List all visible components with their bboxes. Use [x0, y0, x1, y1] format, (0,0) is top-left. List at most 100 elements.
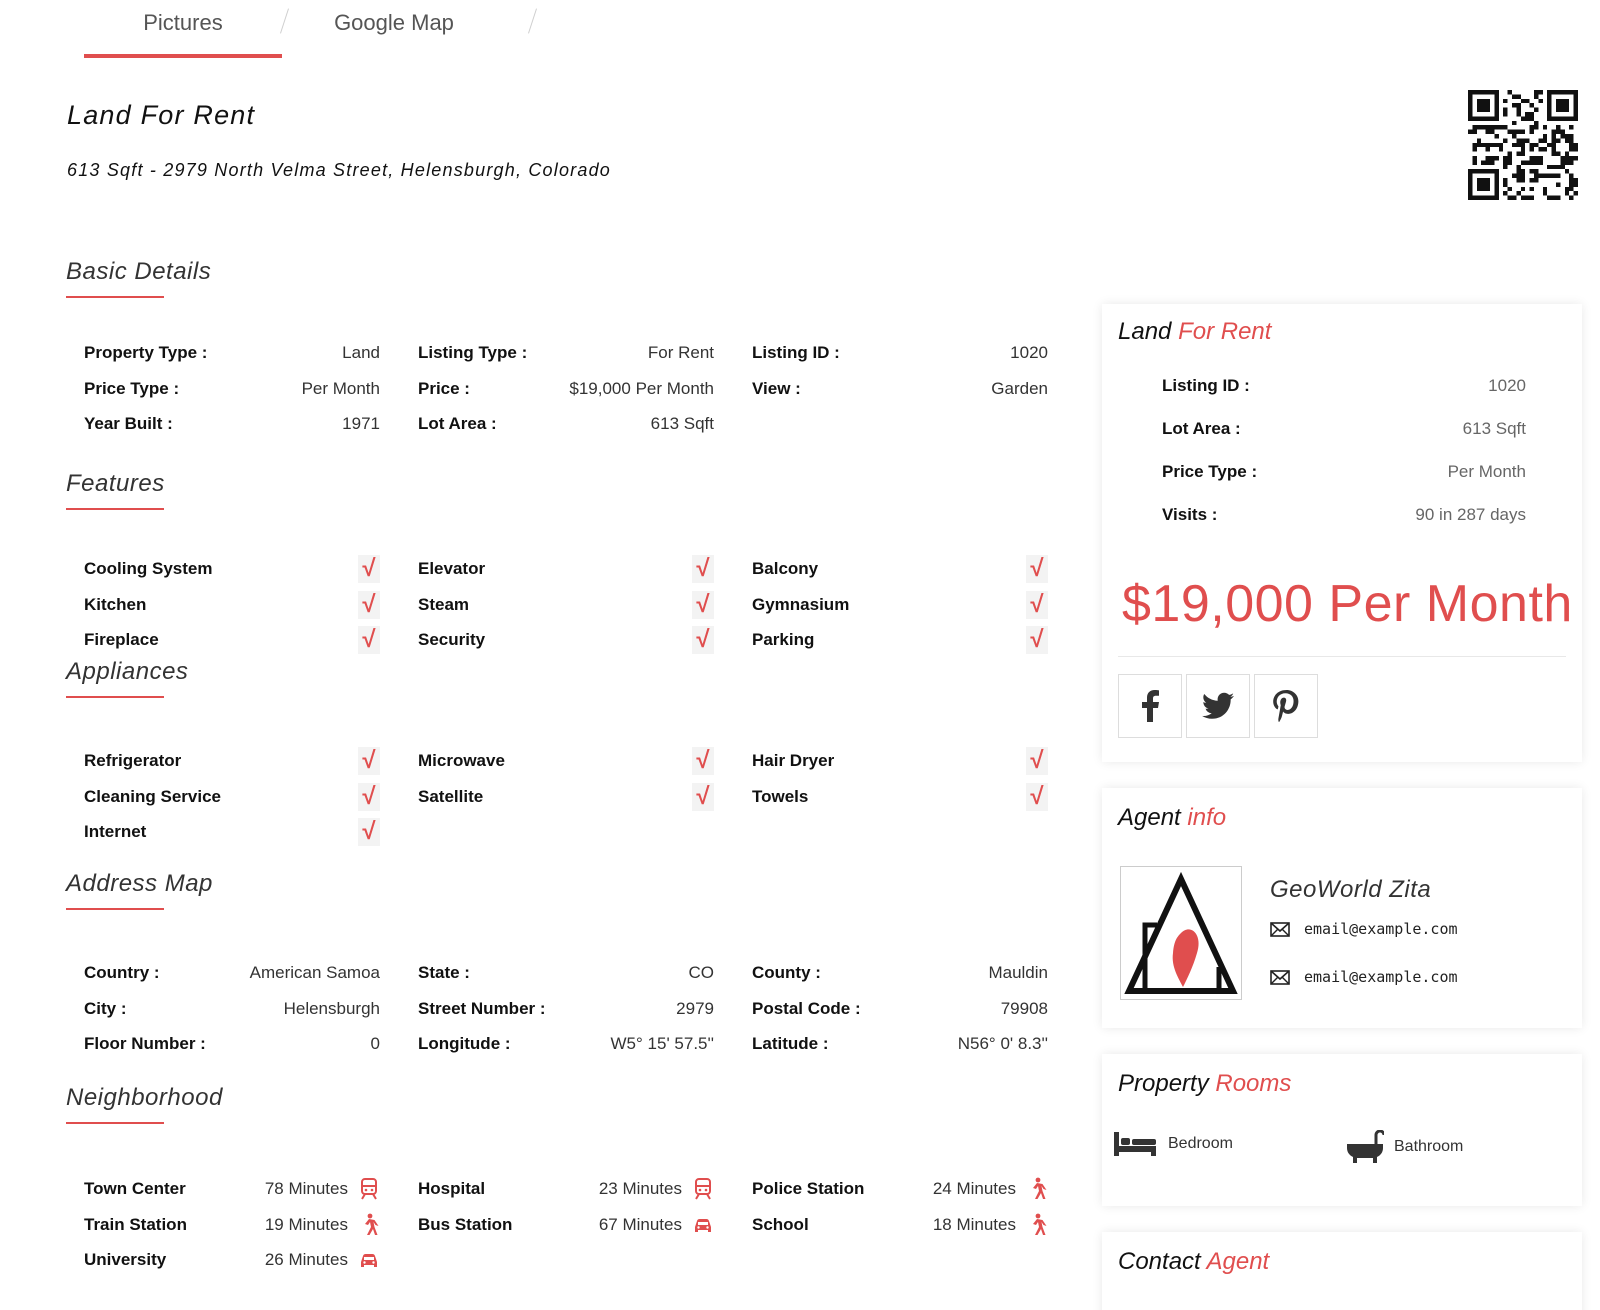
feature-item: Security √: [418, 626, 714, 654]
detail-value: Garden: [991, 378, 1048, 398]
detail-value: W5° 15' 57.5'': [610, 1034, 714, 1053]
amenity-label: Internet: [84, 822, 147, 841]
train-icon: [361, 1178, 377, 1200]
bed-icon: [1114, 1132, 1156, 1156]
pinterest-share-button[interactable]: [1254, 674, 1318, 738]
twitter-share-button[interactable]: [1186, 674, 1250, 738]
detail-row: View : Garden: [752, 376, 1048, 402]
detail-value: Helensburgh: [283, 998, 380, 1018]
address-row: Floor Number : 0: [84, 1031, 380, 1057]
agent-email-row[interactable]: email@example.com: [1270, 920, 1458, 938]
travel-time: 26 Minutes: [265, 1248, 380, 1272]
section-title-appliances: Appliances: [66, 658, 189, 685]
section-underline: [66, 696, 164, 698]
summary-row: Price Type : Per Month: [1162, 462, 1526, 482]
neighborhood-item: Hospital 23 Minutes: [418, 1176, 714, 1202]
agent-title-accent: info: [1187, 804, 1227, 831]
section-title-basic-details: Basic Details: [66, 258, 212, 285]
summary-value: 1020: [1488, 376, 1526, 395]
detail-value: American Samoa: [249, 963, 380, 982]
section-title-features: Features: [66, 470, 165, 497]
neighborhood-item: Police Station 24 Minutes: [752, 1176, 1048, 1202]
amenity-label: Microwave: [418, 751, 505, 770]
twitter-icon: [1202, 692, 1234, 719]
train-icon: [695, 1178, 711, 1200]
address-row: Country : American Samoa: [84, 960, 380, 986]
walk-icon: [365, 1213, 379, 1235]
facebook-icon: [1142, 690, 1159, 722]
summary-value: 613 Sqft: [1462, 419, 1526, 438]
place-label: Bus Station: [418, 1214, 513, 1234]
rooms-title-accent: Rooms: [1215, 1070, 1292, 1097]
summary-row: Lot Area : 613 Sqft: [1162, 419, 1526, 439]
room-bedroom: Bedroom: [1112, 1130, 1233, 1158]
detail-value: 79908: [1000, 998, 1048, 1018]
agent-email-row[interactable]: email@example.com: [1270, 968, 1458, 986]
place-label: Police Station: [752, 1179, 865, 1198]
agent-info-card: Agent info GeoWorld Zita email@example.c…: [1102, 788, 1582, 1028]
appliance-item: Hair Dryer √: [752, 747, 1048, 775]
place-label: University: [84, 1250, 167, 1269]
tab-pictures[interactable]: Pictures: [84, 0, 282, 58]
section-underline: [66, 296, 164, 298]
amenity-label: Steam: [418, 594, 470, 614]
section-underline: [66, 508, 164, 510]
appliance-item: Satellite √: [418, 782, 714, 811]
travel-time-value: 26 Minutes: [264, 1250, 348, 1269]
checkmark-icon: √: [692, 555, 714, 583]
checkmark-icon: √: [1026, 555, 1048, 583]
summary-label: Listing ID :: [1162, 376, 1250, 395]
detail-label: Lot Area :: [418, 414, 497, 433]
detail-value: 613 Sqft: [650, 414, 714, 433]
checkmark-icon: √: [358, 590, 380, 619]
summary-title-accent: For Rent: [1178, 318, 1272, 345]
feature-item: Kitchen √: [84, 590, 380, 619]
tab-google-map[interactable]: Google Map: [282, 0, 506, 58]
checkmark-icon: √: [1026, 590, 1048, 619]
appliance-item: Towels √: [752, 782, 1048, 811]
summary-value: Per Month: [1447, 462, 1526, 481]
checkmark-icon: √: [1026, 782, 1048, 811]
walk-icon: [1033, 1177, 1047, 1199]
rooms-card-title: Property Rooms: [1118, 1070, 1291, 1098]
amenity-label: Cooling System: [84, 559, 213, 578]
detail-label: Price :: [418, 378, 470, 398]
section-underline: [66, 908, 164, 910]
checkmark-icon: √: [692, 747, 714, 775]
address-row: City : Helensburgh: [84, 996, 380, 1022]
agent-email-1[interactable]: email@example.com: [1304, 920, 1458, 938]
address-row: Latitude : N56° 0' 8.3'': [752, 1031, 1048, 1057]
detail-label: View :: [752, 378, 801, 398]
travel-time: 67 Minutes: [599, 1213, 714, 1237]
appliance-item: Microwave √: [418, 747, 714, 775]
mail-icon: [1270, 921, 1290, 937]
detail-label: Property Type :: [84, 343, 208, 362]
detail-value: CO: [688, 963, 715, 982]
agent-card-title: Agent info: [1118, 804, 1226, 832]
amenity-label: Elevator: [418, 559, 486, 578]
agent-logo[interactable]: [1120, 866, 1242, 1000]
place-label: Town Center: [84, 1179, 186, 1198]
travel-time: 19 Minutes: [265, 1213, 380, 1237]
detail-value: N56° 0' 8.3'': [957, 1034, 1048, 1053]
detail-row: Year Built : 1971: [84, 411, 380, 437]
property-rooms-card: Property Rooms Bedroom Bathroom: [1102, 1054, 1582, 1206]
facebook-share-button[interactable]: [1118, 674, 1182, 738]
detail-label: Postal Code :: [752, 998, 861, 1018]
address-row: Longitude : W5° 15' 57.5'': [418, 1031, 714, 1057]
room-label: Bathroom: [1394, 1138, 1464, 1155]
travel-time: 18 Minutes: [933, 1213, 1048, 1237]
walk-icon: [1033, 1213, 1047, 1235]
agent-email-2[interactable]: email@example.com: [1304, 968, 1458, 986]
detail-label: Longitude :: [418, 1034, 511, 1053]
address-row: State : CO: [418, 960, 714, 986]
appliance-item: Refrigerator √: [84, 747, 380, 775]
detail-value: 1971: [342, 414, 380, 433]
detail-value: Per Month: [301, 378, 380, 398]
checkmark-icon: √: [1026, 747, 1048, 775]
detail-label: County :: [752, 963, 821, 982]
address-row: Street Number : 2979: [418, 996, 714, 1022]
detail-row: Price : $19,000 Per Month: [418, 376, 714, 402]
travel-time-value: 23 Minutes: [598, 1179, 682, 1198]
detail-value: Land: [342, 343, 380, 362]
